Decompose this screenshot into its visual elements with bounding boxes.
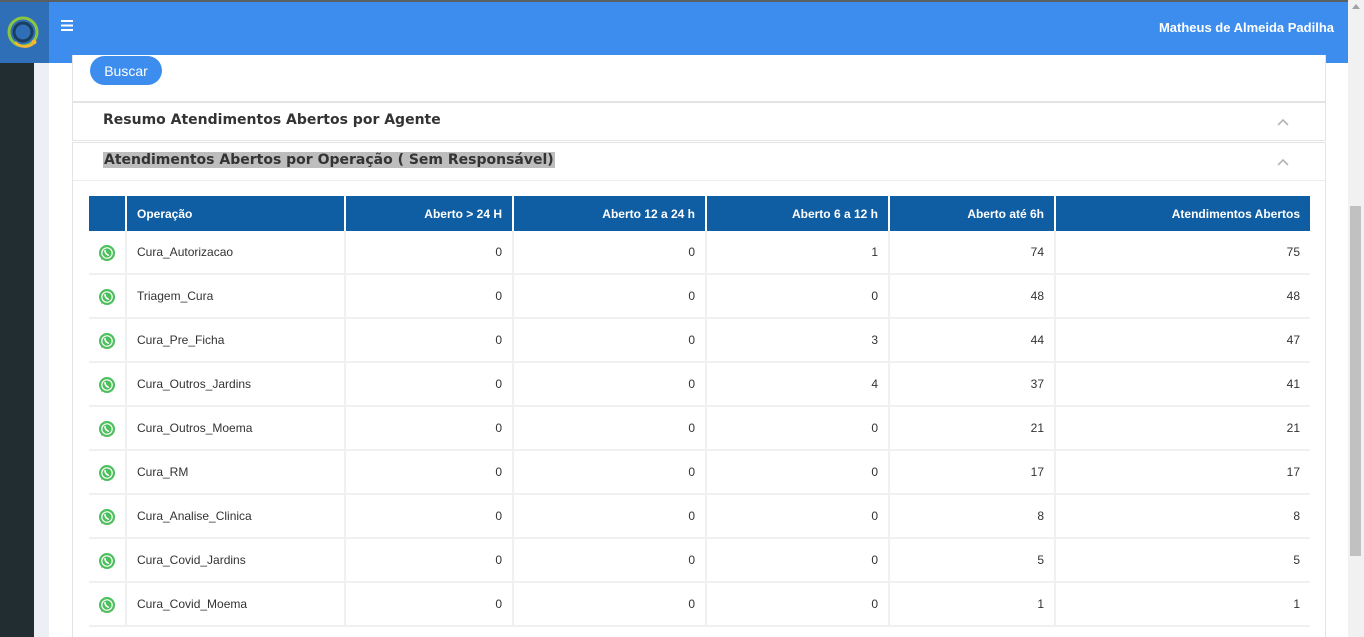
count-cell: 41 xyxy=(1056,363,1310,407)
hamburger-icon[interactable] xyxy=(61,19,73,35)
chevron-up-icon[interactable] xyxy=(1277,153,1289,169)
count-cell: 21 xyxy=(1056,407,1310,451)
section-agents[interactable]: Resumo Atendimentos Abertos por Agente xyxy=(72,102,1326,141)
whatsapp-icon xyxy=(89,319,127,363)
count-cell: 5 xyxy=(1056,539,1310,583)
count-cell: 0 xyxy=(514,275,707,319)
table-row[interactable]: Cura_Autorizacao 0 0 1 74 75 xyxy=(89,231,1310,275)
whatsapp-icon xyxy=(89,539,127,583)
whatsapp-icon xyxy=(89,275,127,319)
operation-name-cell: Cura_Covid_Moema xyxy=(127,583,346,627)
count-cell: 0 xyxy=(514,583,707,627)
operation-name-cell: Triagem_Cura xyxy=(127,275,346,319)
whatsapp-icon xyxy=(89,451,127,495)
vertical-scrollbar[interactable] xyxy=(1348,0,1364,637)
scroll-up-icon[interactable] xyxy=(1352,4,1360,9)
count-cell: 0 xyxy=(346,539,514,583)
table-row[interactable]: Cura_Covid_Moema 0 0 0 1 1 xyxy=(89,583,1310,627)
section-title[interactable]: Atendimentos Abertos por Operação ( Sem … xyxy=(103,152,555,168)
count-cell: 17 xyxy=(890,451,1056,495)
operations-table: Operação Aberto > 24 H Aberto 12 a 24 h … xyxy=(89,196,1310,627)
table-row[interactable]: Cura_RM 0 0 0 17 17 xyxy=(89,451,1310,495)
count-cell: 0 xyxy=(346,407,514,451)
count-cell: 0 xyxy=(346,275,514,319)
table-row[interactable]: Cura_Outros_Moema 0 0 0 21 21 xyxy=(89,407,1310,451)
count-cell: 8 xyxy=(890,495,1056,539)
count-cell: 0 xyxy=(707,583,890,627)
count-cell: 0 xyxy=(514,451,707,495)
whatsapp-icon xyxy=(89,363,127,407)
count-cell: 8 xyxy=(1056,495,1310,539)
column-header[interactable]: Aberto 6 a 12 h xyxy=(707,196,890,231)
count-cell: 4 xyxy=(707,363,890,407)
whatsapp-icon xyxy=(89,231,127,275)
operation-name-cell: Cura_Covid_Jardins xyxy=(127,539,346,583)
whatsapp-icon xyxy=(89,583,127,627)
count-cell: 0 xyxy=(346,319,514,363)
scrollbar-thumb[interactable] xyxy=(1350,206,1361,556)
chevron-up-icon[interactable] xyxy=(1277,113,1289,129)
count-cell: 0 xyxy=(346,451,514,495)
count-cell: 0 xyxy=(514,539,707,583)
count-cell: 0 xyxy=(346,583,514,627)
count-cell: 44 xyxy=(890,319,1056,363)
count-cell: 0 xyxy=(707,275,890,319)
section-title: Resumo Atendimentos Abertos por Agente xyxy=(103,112,441,128)
column-header[interactable]: Aberto até 6h xyxy=(890,196,1056,231)
whatsapp-icon xyxy=(89,407,127,451)
count-cell: 75 xyxy=(1056,231,1310,275)
count-cell: 1 xyxy=(707,231,890,275)
operation-name-cell: Cura_Autorizacao xyxy=(127,231,346,275)
count-cell: 3 xyxy=(707,319,890,363)
count-cell: 1 xyxy=(890,583,1056,627)
count-cell: 0 xyxy=(514,231,707,275)
count-cell: 74 xyxy=(890,231,1056,275)
count-cell: 0 xyxy=(707,407,890,451)
operation-name-cell: Cura_Outros_Jardins xyxy=(127,363,346,407)
left-sidebar xyxy=(0,0,34,637)
count-cell: 0 xyxy=(346,231,514,275)
count-cell: 5 xyxy=(890,539,1056,583)
count-cell: 48 xyxy=(890,275,1056,319)
count-cell: 0 xyxy=(514,319,707,363)
count-cell: 21 xyxy=(890,407,1056,451)
count-cell: 0 xyxy=(346,363,514,407)
count-cell: 47 xyxy=(1056,319,1310,363)
app-logo[interactable] xyxy=(0,2,49,63)
search-panel xyxy=(72,55,1326,102)
column-header[interactable]: Aberto 12 a 24 h xyxy=(514,196,707,231)
count-cell: 0 xyxy=(514,407,707,451)
table-row[interactable]: Cura_Pre_Ficha 0 0 3 44 47 xyxy=(89,319,1310,363)
table-row[interactable]: Cura_Covid_Jardins 0 0 0 5 5 xyxy=(89,539,1310,583)
count-cell: 0 xyxy=(707,539,890,583)
count-cell: 17 xyxy=(1056,451,1310,495)
headset-logo-icon xyxy=(7,16,39,48)
column-header[interactable]: Aberto > 24 H xyxy=(346,196,514,231)
count-cell: 0 xyxy=(707,451,890,495)
search-button[interactable]: Buscar xyxy=(90,56,162,85)
column-header[interactable]: Atendimentos Abertos xyxy=(1056,196,1310,231)
user-name[interactable]: Matheus de Almeida Padilha xyxy=(1159,20,1334,35)
table-header-row: Operação Aberto > 24 H Aberto 12 a 24 h … xyxy=(89,196,1310,231)
channel-header xyxy=(89,196,127,231)
count-cell: 1 xyxy=(1056,583,1310,627)
count-cell: 0 xyxy=(346,495,514,539)
table-row[interactable]: Triagem_Cura 0 0 0 48 48 xyxy=(89,275,1310,319)
count-cell: 0 xyxy=(514,495,707,539)
table-row[interactable]: Cura_Analise_Clinica 0 0 0 8 8 xyxy=(89,495,1310,539)
count-cell: 0 xyxy=(514,363,707,407)
table-row[interactable]: Cura_Outros_Jardins 0 0 4 37 41 xyxy=(89,363,1310,407)
whatsapp-icon xyxy=(89,495,127,539)
operation-name-cell: Cura_Pre_Ficha xyxy=(127,319,346,363)
top-navbar: Matheus de Almeida Padilha xyxy=(0,0,1348,63)
column-header[interactable]: Operação xyxy=(127,196,346,231)
count-cell: 0 xyxy=(707,495,890,539)
count-cell: 48 xyxy=(1056,275,1310,319)
count-cell: 37 xyxy=(890,363,1056,407)
operation-name-cell: Cura_Analise_Clinica xyxy=(127,495,346,539)
operation-name-cell: Cura_Outros_Moema xyxy=(127,407,346,451)
operation-name-cell: Cura_RM xyxy=(127,451,346,495)
